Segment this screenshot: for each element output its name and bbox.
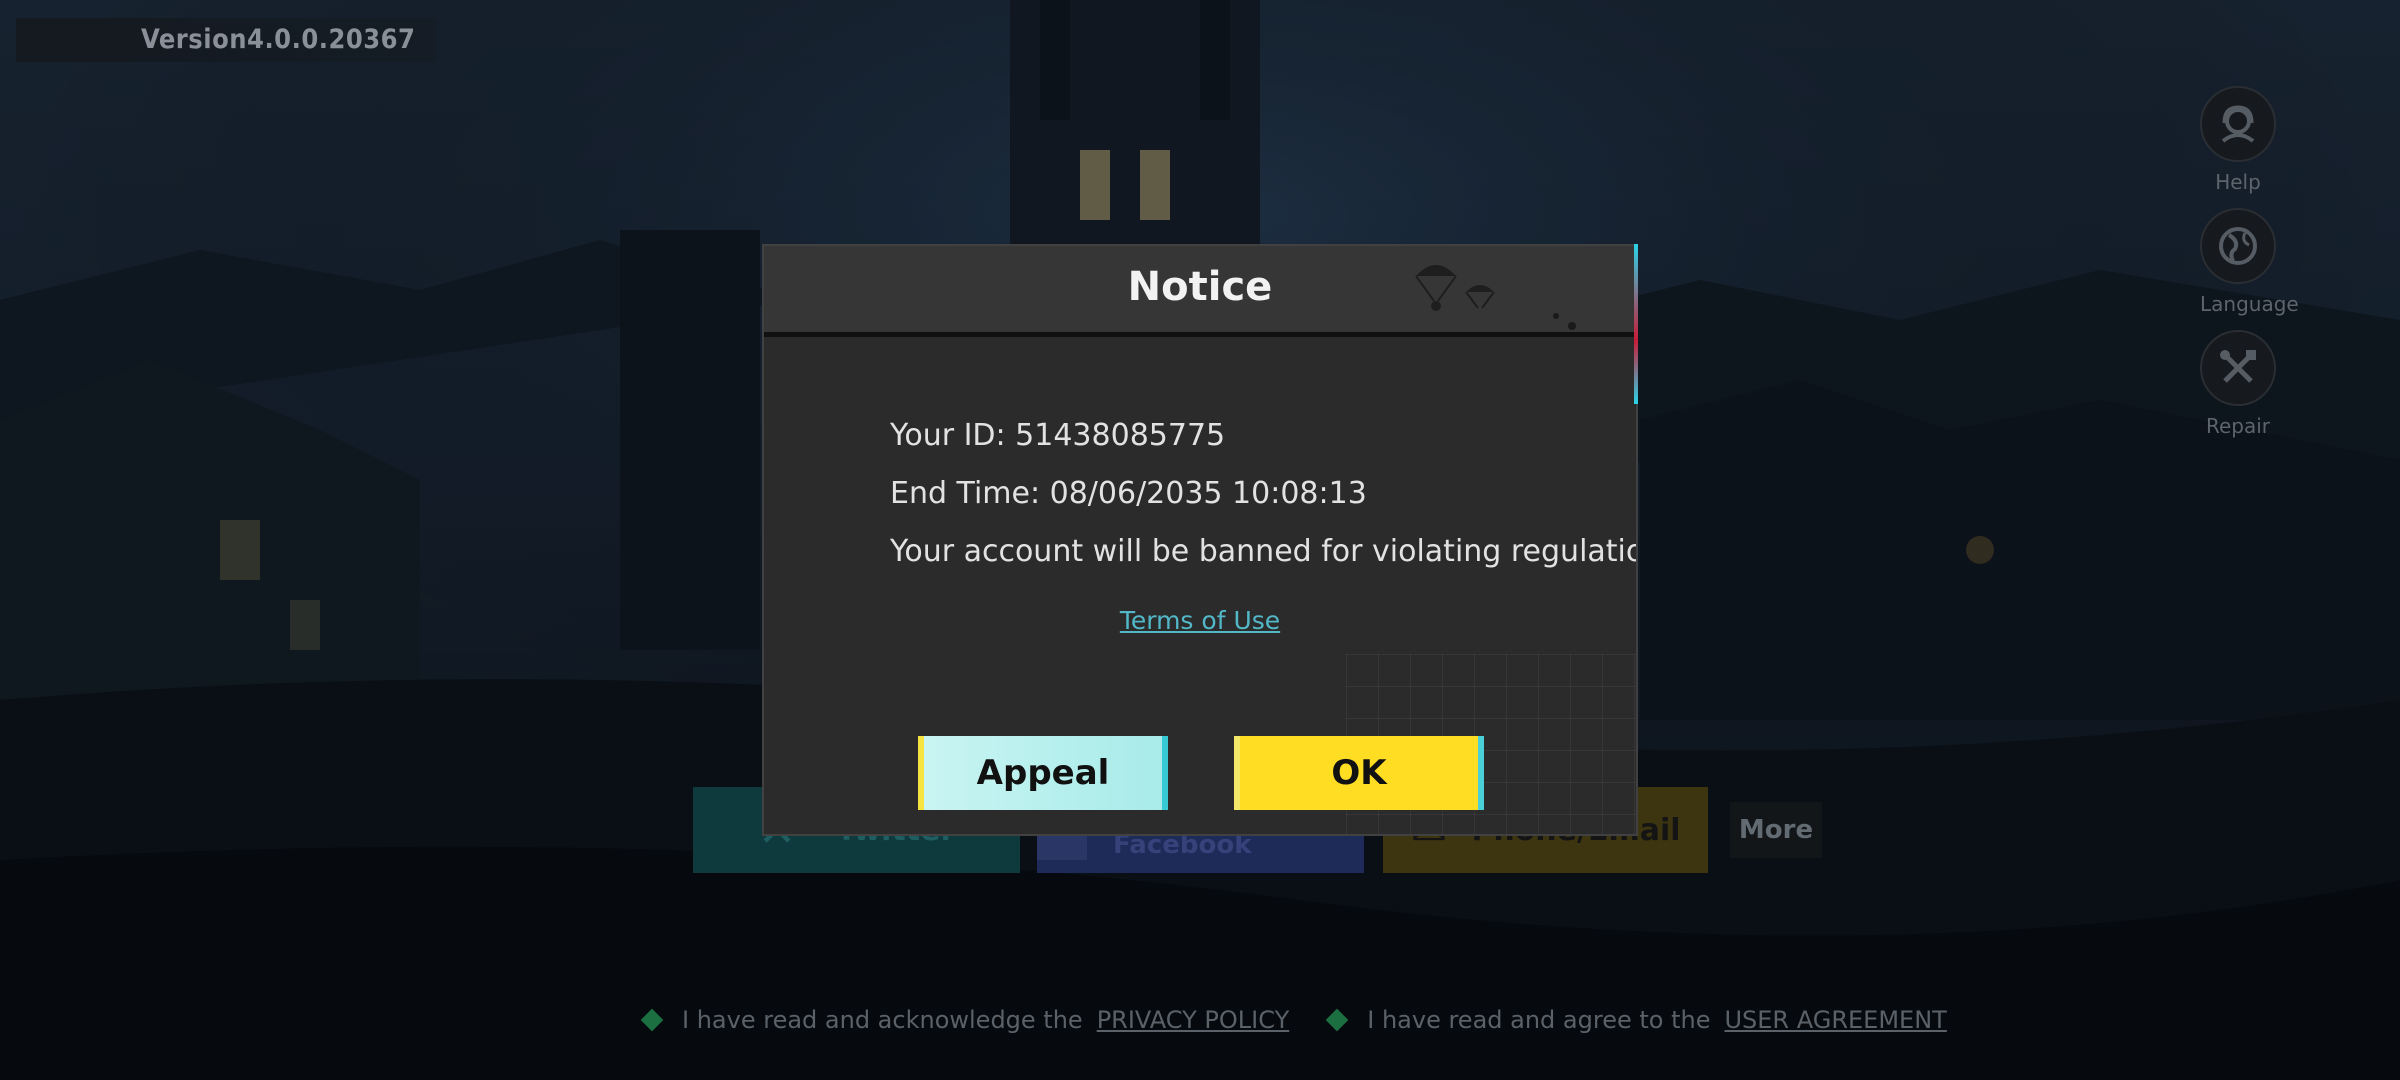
ok-button[interactable]: OK [1234,736,1484,810]
globe-icon [2200,208,2276,284]
notice-header: Notice [764,246,1636,337]
repair-label: Repair [2205,414,2271,438]
notice-dialog: Notice Your ID: 51438085775 End Time: 08… [762,244,1638,836]
language-button[interactable]: Language [2200,208,2299,316]
terms-of-use-link[interactable]: Terms of Use [764,606,1636,635]
language-label: Language [2200,292,2299,316]
help-label: Help [2215,170,2261,194]
repair-button[interactable]: Repair [2200,330,2276,438]
agreement-footer: I have read and acknowledge the PRIVACY … [640,1000,1947,1040]
dialog-accent-stripe [1634,244,1638,404]
end-time-line: End Time: 08/06/2035 10:08:13 [890,476,1367,511]
repair-tools-icon [2200,330,2276,406]
user-id-line: Your ID: 51438085775 [890,418,1226,453]
privacy-checkbox-icon[interactable] [640,1008,664,1032]
header-divider [764,332,1636,337]
notice-title: Notice [1127,264,1273,310]
more-login-button[interactable]: More [1730,802,1822,858]
agreement-text: I have read and agree to the [1367,1006,1711,1034]
help-button[interactable]: Help [2200,86,2276,194]
user-agreement-link[interactable]: USER AGREEMENT [1724,1006,1946,1034]
appeal-button[interactable]: Appeal [918,736,1168,810]
privacy-text: I have read and acknowledge the [682,1006,1083,1034]
ban-message: Your account will be banned for violatin… [890,534,1638,569]
version-label: Version4.0.0.20367 [16,18,436,62]
notice-body: Your ID: 51438085775 End Time: 08/06/203… [890,416,1638,590]
agreement-checkbox-icon[interactable] [1325,1008,1349,1032]
help-icon [2200,86,2276,162]
privacy-policy-link[interactable]: PRIVACY POLICY [1097,1006,1290,1034]
